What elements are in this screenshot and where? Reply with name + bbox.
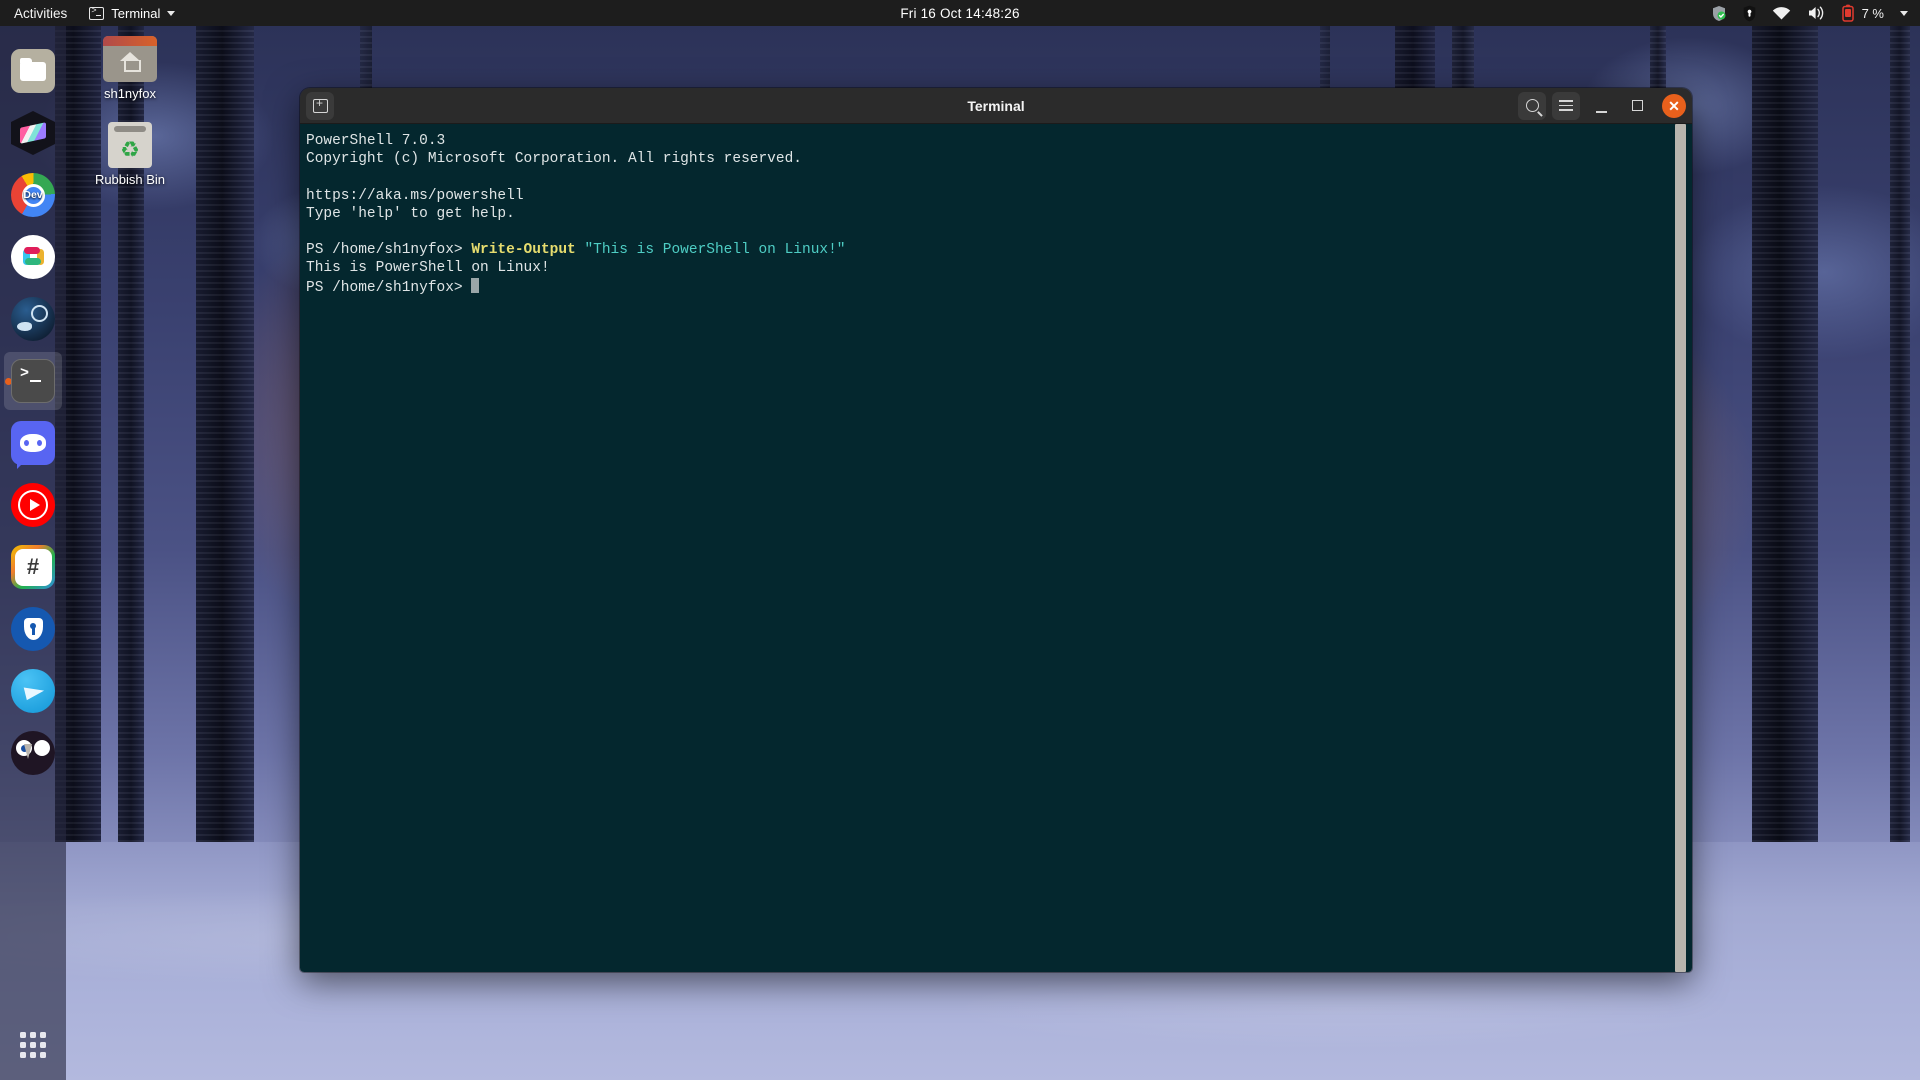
discord-icon [11,421,55,469]
terminal-line: Type 'help' to get help. [306,205,1692,223]
terminal-span: PS /home/sh1nyfox> [306,242,472,259]
scrollbar-thumb[interactable] [1675,124,1686,972]
app-menu-label: Terminal [111,5,161,21]
terminal-output: PowerShell 7.0.3 Copyright (c) Microsoft … [306,132,1692,297]
dock-item-software[interactable]: # [4,536,62,598]
terminal-cursor [471,277,480,293]
new-tab-button[interactable] [306,91,334,120]
volume-icon [1807,5,1826,21]
hash-icon: # [11,545,55,589]
minimize-icon [1595,110,1607,113]
vertical-scrollbar[interactable] [1675,124,1686,972]
terminal-icon [89,6,105,20]
files-folder-icon [11,49,55,93]
dock-item-terminal[interactable] [4,350,62,412]
terminal-line: PS /home/sh1nyfox> Write-Output "This is… [306,241,1692,259]
dock-item-bitwarden[interactable] [4,598,62,660]
search-button[interactable] [1518,91,1546,120]
terminal-span: "This is PowerShell on Linux!" [584,242,846,259]
terminal-content-area[interactable]: PowerShell 7.0.3 Copyright (c) Microsoft … [300,124,1692,972]
dock-item-files[interactable] [4,40,62,102]
bitwarden-icon [11,607,55,651]
wallpaper-tree-trunk [196,0,254,886]
terminal-span: PowerShell 7.0.3 [306,133,446,149]
dock-item-discord[interactable] [4,412,62,474]
desktop-icon-label: sh1nyfox [103,86,157,101]
dock-item-owl[interactable] [4,722,62,784]
terminal-line: PowerShell 7.0.3 [306,132,1692,150]
terminal-span: Write-Output [471,242,576,259]
terminal-icon [11,359,55,403]
shield-check-icon [1711,5,1727,22]
hash-glyph: # [26,554,40,579]
new-tab-icon [312,96,328,113]
steam-icon [11,297,55,341]
chevron-down-icon [167,10,176,16]
gnome-top-bar: Activities Terminal Fri 16 Oct 14:48:26 … [0,0,1920,26]
terminal-span: https://aka.ms/powershell [306,187,524,204]
dock-item-chrome-dev[interactable]: Dev [4,164,62,226]
terminal-line: PS /home/sh1nyfox> [306,277,1692,297]
bitwarden-vault-icon [1743,5,1756,22]
terminal-line: Copyright (c) Microsoft Corporation. All… [306,150,1692,168]
hamburger-menu-icon [1559,100,1573,111]
terminal-span: Type 'help' to get help. [306,205,515,222]
dock-item-warp[interactable] [4,102,62,164]
terminal-span: This is PowerShell on Linux! [306,260,550,277]
dock-item-youtube-music[interactable] [4,474,62,536]
terminal-span: Copyright (c) Microsoft Corporation. All… [306,151,802,168]
battery-percent-label: 7 % [1861,5,1884,21]
close-button[interactable]: ✕ [1662,93,1686,118]
terminal-titlebar[interactable]: Terminal ✕ [300,88,1692,124]
maximize-icon [1631,100,1643,111]
hexagon-sheets-icon [11,111,55,155]
recycle-bin-icon: ♻ [103,122,157,168]
terminal-window: Terminal ✕ PowerShell 7.0.3 Copyright (c)… [300,88,1692,972]
activities-label: Activities [14,5,68,21]
window-title: Terminal [967,97,1025,114]
app-menu-button[interactable]: Terminal [79,0,185,26]
minimize-button[interactable] [1586,92,1616,120]
chrome-dev-badge: Dev [23,189,43,201]
terminal-line: https://aka.ms/powershell [306,187,1692,205]
activities-button[interactable]: Activities [0,0,79,26]
close-icon: ✕ [1668,97,1680,114]
slack-icon [11,235,55,279]
ubuntu-dock: Dev # [0,26,66,1080]
terminal-line: This is PowerShell on Linux! [306,259,1692,277]
desktop-icon-label: Rubbish Bin [94,172,166,187]
wallpaper-tree-trunk [1890,0,1910,886]
chevron-down-icon[interactable] [1900,10,1908,16]
dock-item-steam[interactable] [4,288,62,350]
maximize-button[interactable] [1622,92,1652,120]
battery-low-icon [1841,4,1854,22]
search-icon [1525,99,1539,112]
menu-button[interactable] [1552,91,1580,120]
clock-button[interactable]: Fri 16 Oct 14:48:26 [900,6,1019,21]
terminal-span: PS /home/sh1nyfox> [306,279,472,296]
owl-icon [11,731,55,775]
youtube-music-icon [11,483,55,527]
home-folder-icon [103,36,157,82]
system-status-area[interactable]: 7 % [1711,4,1920,22]
telegram-icon [11,669,55,713]
dock-item-slack[interactable] [4,226,62,288]
clock-label: Fri 16 Oct 14:48:26 [900,5,1020,21]
desktop-icon-home-folder[interactable]: sh1nyfox [84,36,176,101]
window-controls: ✕ [1518,91,1686,120]
desktop-icon-trash[interactable]: ♻ Rubbish Bin [84,122,176,187]
wifi-icon [1772,6,1791,21]
dock-item-telegram[interactable] [4,660,62,722]
show-applications-button[interactable] [0,1010,66,1080]
app-grid-icon [20,1032,46,1058]
